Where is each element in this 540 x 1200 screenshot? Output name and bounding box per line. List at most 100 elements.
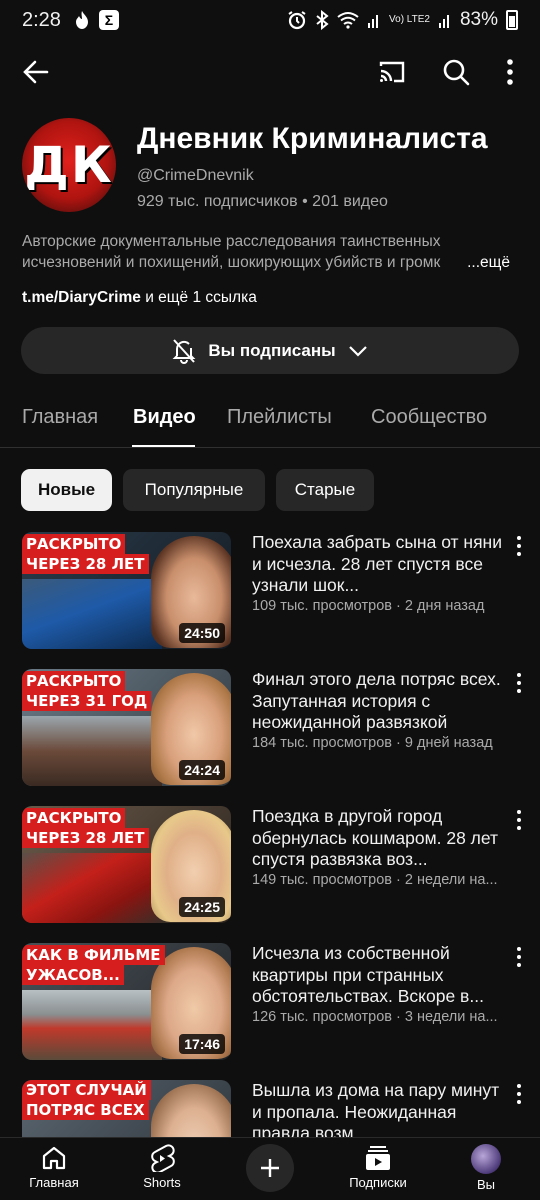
chip-oldest[interactable]: Старые xyxy=(276,469,374,511)
channel-avatar[interactable]: ДК xyxy=(22,118,116,212)
status-time: 2:28 xyxy=(22,8,61,31)
dot-icon xyxy=(517,947,521,951)
dot-icon xyxy=(517,1100,521,1104)
shorts-icon xyxy=(151,1144,175,1172)
chip-popular[interactable]: Популярные xyxy=(123,469,265,511)
dot-icon xyxy=(517,689,521,693)
chevron-down-icon xyxy=(348,345,367,357)
home-icon xyxy=(42,1146,66,1170)
thumbnail-banner-top: РАСКРЫТО xyxy=(22,671,126,691)
video-meta: 149 тыс. просмотров · 2 недели на... xyxy=(252,872,498,888)
thumbnail-banner-bottom: ЧЕРЕЗ 31 ГОД xyxy=(22,691,152,711)
thumbnail-banner-bottom: ПОТРЯС ВСЕХ xyxy=(22,1100,149,1120)
more-options-button[interactable] xyxy=(490,52,530,92)
battery-icon xyxy=(506,10,518,30)
cast-button[interactable] xyxy=(372,52,412,92)
channel-tabs: Главная Видео Плейлисты Сообщество xyxy=(0,392,540,448)
channel-link-main[interactable]: t.me/DiaryCrime xyxy=(22,289,141,306)
nav-home-label: Главная xyxy=(29,1175,79,1190)
more-vertical-icon xyxy=(507,59,513,85)
wifi-icon xyxy=(337,12,359,29)
nav-you[interactable]: Вы xyxy=(441,1144,531,1192)
signal-icon xyxy=(368,15,379,28)
thumbnail-scene xyxy=(22,853,162,923)
video-item[interactable]: КАК В ФИЛЬМЕ УЖАСОВ... 17:46 Исчезла из … xyxy=(0,943,540,1063)
tab-home[interactable]: Главная xyxy=(22,406,98,429)
battery-percent: 83% xyxy=(459,9,498,30)
video-menu-button[interactable] xyxy=(510,671,528,695)
channel-link-more[interactable]: и ещё 1 ссылка xyxy=(141,289,257,306)
dot-icon xyxy=(517,1084,521,1088)
video-meta: 184 тыс. просмотров · 9 дней назад xyxy=(252,735,493,751)
thumbnail-banner-top: РАСКРЫТО xyxy=(22,808,126,828)
video-meta: 109 тыс. просмотров · 2 дня назад xyxy=(252,598,485,614)
bottom-navigation: Главная Shorts Подписки Вы xyxy=(0,1137,540,1200)
video-thumbnail[interactable]: РАСКРЫТО ЧЕРЕЗ 28 ЛЕТ 24:25 xyxy=(22,806,231,923)
video-meta: 126 тыс. просмотров · 3 недели на... xyxy=(252,1009,498,1025)
video-thumbnail[interactable]: КАК В ФИЛЬМЕ УЖАСОВ... 17:46 xyxy=(22,943,231,1060)
video-menu-button[interactable] xyxy=(510,945,528,969)
search-button[interactable] xyxy=(436,52,476,92)
video-title[interactable]: Исчезла из собственной квартиры при стра… xyxy=(252,943,508,1008)
thumbnail-scene xyxy=(22,579,162,649)
video-thumbnail[interactable]: РАСКРЫТО ЧЕРЕЗ 31 ГОД 24:24 xyxy=(22,669,231,786)
tab-videos[interactable]: Видео xyxy=(133,406,196,429)
video-item[interactable]: РАСКРЫТО ЧЕРЕЗ 31 ГОД 24:24 Финал этого … xyxy=(0,669,540,789)
back-button[interactable] xyxy=(16,52,56,92)
thumbnail-banner-top: КАК В ФИЛЬМЕ xyxy=(22,945,165,965)
video-menu-button[interactable] xyxy=(510,534,528,558)
video-menu-button[interactable] xyxy=(510,808,528,832)
channel-description-text: Авторские документальные расследования т… xyxy=(22,233,441,271)
tab-playlists[interactable]: Плейлисты xyxy=(227,406,332,429)
video-duration: 24:25 xyxy=(179,897,225,917)
dot-icon xyxy=(517,826,521,830)
dot-icon xyxy=(517,1092,521,1096)
subscriptions-icon xyxy=(366,1146,390,1170)
video-title[interactable]: Финал этого дела потряс всех. Запутанная… xyxy=(252,669,508,734)
bluetooth-icon xyxy=(316,10,329,30)
video-menu-button[interactable] xyxy=(510,1082,528,1106)
video-item[interactable]: РАСКРЫТО ЧЕРЕЗ 28 ЛЕТ 24:50 Поехала забр… xyxy=(0,532,540,652)
search-icon xyxy=(443,59,470,86)
video-item[interactable]: ЭТОТ СЛУЧАЙ ПОТРЯС ВСЕХ Вышла из дома на… xyxy=(0,1080,540,1137)
video-item[interactable]: РАСКРЫТО ЧЕРЕЗ 28 ЛЕТ 24:25 Поездка в др… xyxy=(0,806,540,926)
signal-icon-2 xyxy=(438,15,449,28)
channel-name: Дневник Криминалиста xyxy=(137,122,488,155)
dot-icon xyxy=(517,810,521,814)
thumbnail-banner-top: ЭТОТ СЛУЧАЙ xyxy=(22,1080,151,1100)
nav-subscriptions[interactable]: Подписки xyxy=(333,1144,423,1190)
dot-icon xyxy=(517,552,521,556)
dot-icon xyxy=(517,536,521,540)
bell-off-icon xyxy=(172,338,196,364)
nav-home[interactable]: Главная xyxy=(9,1144,99,1190)
video-thumbnail[interactable]: РАСКРЫТО ЧЕРЕЗ 28 ЛЕТ 24:50 xyxy=(22,532,231,649)
arrow-left-icon xyxy=(23,60,49,84)
channel-description[interactable]: Авторские документальные расследования т… xyxy=(22,231,518,273)
nav-shorts[interactable]: Shorts xyxy=(117,1144,207,1190)
channel-links[interactable]: t.me/DiaryCrime и ещё 1 ссылка xyxy=(22,289,257,307)
dot-icon xyxy=(517,673,521,677)
video-title[interactable]: Поездка в другой город обернулась кошмар… xyxy=(252,806,508,871)
tab-community[interactable]: Сообщество xyxy=(371,406,487,429)
subscribed-button[interactable]: Вы подписаны xyxy=(21,327,519,374)
nav-subscriptions-label: Подписки xyxy=(349,1175,407,1190)
chip-newest[interactable]: Новые xyxy=(21,469,112,511)
description-more-link[interactable]: ...ещё xyxy=(463,252,510,273)
channel-stats: 929 тыс. подписчиков • 201 видео xyxy=(137,193,388,210)
video-title[interactable]: Поехала забрать сына от няни и исчезла. … xyxy=(252,532,508,597)
dot-icon xyxy=(517,963,521,967)
video-duration: 17:46 xyxy=(179,1034,225,1054)
subscribed-label: Вы подписаны xyxy=(208,340,336,360)
video-thumbnail[interactable]: ЭТОТ СЛУЧАЙ ПОТРЯС ВСЕХ xyxy=(22,1080,231,1137)
channel-avatar-text: ДК xyxy=(24,136,114,194)
video-title[interactable]: Вышла из дома на пару минут и пропала. Н… xyxy=(252,1080,508,1137)
dot-icon xyxy=(517,955,521,959)
thumbnail-banner-bottom: ЧЕРЕЗ 28 ЛЕТ xyxy=(22,554,149,574)
channel-handle: @CrimeDnevnik xyxy=(137,167,254,184)
sigma-app-icon: Σ xyxy=(98,10,119,30)
create-button[interactable] xyxy=(246,1144,294,1192)
thumbnail-banner-bottom: УЖАСОВ... xyxy=(22,965,124,985)
thumbnail-scene xyxy=(22,716,162,786)
network-type-label: Vo) LTE2 xyxy=(389,14,430,25)
cast-icon xyxy=(379,61,405,83)
